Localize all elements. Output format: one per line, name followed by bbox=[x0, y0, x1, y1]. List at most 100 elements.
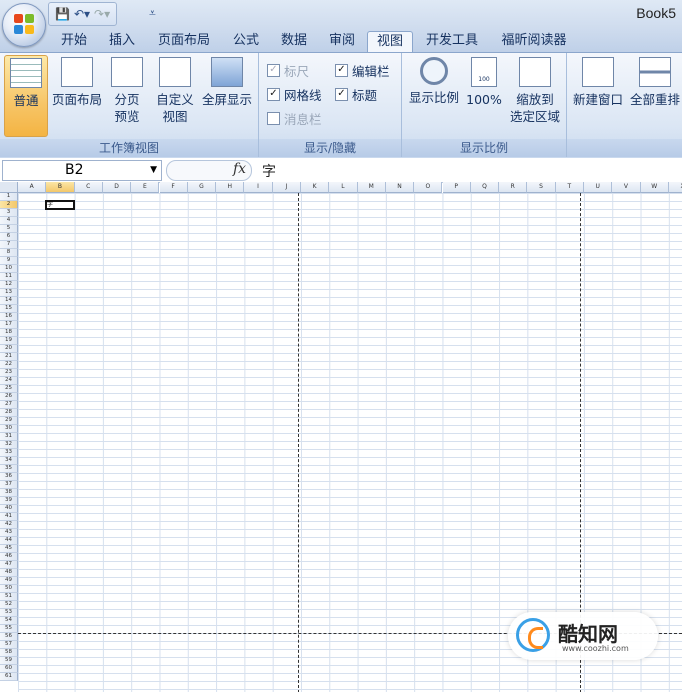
dropdown-arrow-icon[interactable]: ▼ bbox=[150, 161, 157, 180]
active-cell-b2[interactable]: 字 bbox=[45, 200, 75, 210]
tab-developer[interactable]: 开发工具 bbox=[416, 31, 488, 52]
row-header[interactable]: 3 bbox=[0, 209, 18, 217]
row-header[interactable]: 38 bbox=[0, 489, 18, 497]
zoom-to-selection-button[interactable]: 缩放到 选定区域 bbox=[506, 55, 564, 125]
tab-home[interactable]: 开始 bbox=[52, 31, 96, 52]
column-header[interactable]: U bbox=[584, 182, 613, 193]
row-header[interactable]: 21 bbox=[0, 353, 18, 361]
column-header[interactable]: B bbox=[46, 182, 75, 193]
tab-foxit-reader[interactable]: 福昕阅读器 bbox=[492, 31, 576, 52]
column-header[interactable]: W bbox=[640, 182, 669, 193]
column-header[interactable]: H bbox=[216, 182, 245, 193]
row-header[interactable]: 1 bbox=[0, 193, 18, 201]
normal-view-button[interactable]: 普通 bbox=[4, 55, 48, 137]
row-header[interactable]: 55 bbox=[0, 625, 18, 633]
row-header[interactable]: 30 bbox=[0, 425, 18, 433]
row-header[interactable]: 54 bbox=[0, 617, 18, 625]
column-header[interactable]: F bbox=[159, 182, 188, 193]
row-header[interactable]: 41 bbox=[0, 513, 18, 521]
column-header[interactable]: C bbox=[74, 182, 103, 193]
column-header[interactable]: L bbox=[329, 182, 358, 193]
row-header[interactable]: 26 bbox=[0, 393, 18, 401]
row-header[interactable]: 59 bbox=[0, 657, 18, 665]
select-all-corner[interactable] bbox=[0, 182, 18, 193]
column-header[interactable]: Q bbox=[470, 182, 500, 193]
row-header[interactable]: 33 bbox=[0, 449, 18, 457]
column-header[interactable]: O bbox=[414, 182, 443, 193]
column-header[interactable]: M bbox=[357, 182, 386, 193]
customize-qat-icon[interactable]: ⩡ bbox=[149, 6, 156, 21]
row-header[interactable]: 57 bbox=[0, 641, 18, 649]
row-header[interactable]: 10 bbox=[0, 265, 18, 273]
row-header[interactable]: 60 bbox=[0, 665, 18, 673]
row-header[interactable]: 9 bbox=[0, 257, 18, 265]
row-header[interactable]: 36 bbox=[0, 473, 18, 481]
row-header[interactable]: 28 bbox=[0, 409, 18, 417]
tab-formulas[interactable]: 公式 bbox=[224, 31, 268, 52]
page-break-preview-button[interactable]: 分页 预览 bbox=[108, 55, 146, 125]
column-header[interactable]: K bbox=[301, 182, 330, 193]
row-header[interactable]: 46 bbox=[0, 553, 18, 561]
row-header[interactable]: 23 bbox=[0, 369, 18, 377]
column-header[interactable]: T bbox=[555, 182, 584, 193]
row-header[interactable]: 45 bbox=[0, 545, 18, 553]
gridlines-checkbox[interactable]: ✓ 网格线 bbox=[267, 85, 322, 104]
row-header[interactable]: 22 bbox=[0, 361, 18, 369]
custom-views-button[interactable]: 自定义 视图 bbox=[152, 55, 198, 125]
row-header[interactable]: 27 bbox=[0, 401, 18, 409]
zoom-100-button[interactable]: 100 100% bbox=[464, 55, 504, 108]
fullscreen-button[interactable]: 全屏显示 bbox=[198, 55, 256, 108]
row-header[interactable]: 25 bbox=[0, 385, 18, 393]
row-header[interactable]: 17 bbox=[0, 321, 18, 329]
row-header[interactable]: 35 bbox=[0, 465, 18, 473]
row-header[interactable]: 8 bbox=[0, 249, 18, 257]
column-header[interactable]: I bbox=[244, 182, 273, 193]
row-header[interactable]: 13 bbox=[0, 289, 18, 297]
office-button[interactable] bbox=[2, 3, 46, 47]
headings-checkbox[interactable]: ✓ 标题 bbox=[335, 85, 377, 104]
row-header[interactable]: 32 bbox=[0, 441, 18, 449]
row-header[interactable]: 2 bbox=[0, 201, 18, 209]
row-header[interactable]: 29 bbox=[0, 417, 18, 425]
row-header[interactable]: 11 bbox=[0, 273, 18, 281]
row-header[interactable]: 20 bbox=[0, 345, 18, 353]
row-header[interactable]: 5 bbox=[0, 225, 18, 233]
save-icon[interactable]: 💾 bbox=[55, 7, 70, 21]
row-header[interactable]: 34 bbox=[0, 457, 18, 465]
formula-bar-checkbox[interactable]: ✓ 编辑栏 bbox=[335, 61, 390, 80]
row-header[interactable]: 52 bbox=[0, 601, 18, 609]
row-header[interactable]: 6 bbox=[0, 233, 18, 241]
tab-review[interactable]: 审阅 bbox=[320, 31, 364, 52]
row-header[interactable]: 51 bbox=[0, 593, 18, 601]
column-header[interactable]: P bbox=[442, 182, 471, 193]
row-header[interactable]: 53 bbox=[0, 609, 18, 617]
column-header[interactable]: E bbox=[131, 182, 160, 193]
ruler-checkbox[interactable]: ✓ 标尺 bbox=[267, 61, 309, 80]
row-header[interactable]: 31 bbox=[0, 433, 18, 441]
column-header[interactable]: N bbox=[385, 182, 415, 193]
arrange-all-button[interactable]: 全部重排 bbox=[627, 55, 682, 108]
tab-insert[interactable]: 插入 bbox=[100, 31, 144, 52]
page-layout-view-button[interactable]: 页面布局 bbox=[48, 55, 106, 108]
column-header[interactable]: X bbox=[668, 182, 682, 193]
row-header[interactable]: 49 bbox=[0, 577, 18, 585]
row-header[interactable]: 42 bbox=[0, 521, 18, 529]
row-header[interactable]: 48 bbox=[0, 569, 18, 577]
tab-page-layout[interactable]: 页面布局 bbox=[148, 31, 220, 52]
row-header[interactable]: 37 bbox=[0, 481, 18, 489]
row-header[interactable]: 39 bbox=[0, 497, 18, 505]
row-header[interactable]: 15 bbox=[0, 305, 18, 313]
insert-function-icon[interactable]: fx bbox=[233, 161, 246, 177]
row-header[interactable]: 47 bbox=[0, 561, 18, 569]
row-header[interactable]: 40 bbox=[0, 505, 18, 513]
column-header[interactable]: J bbox=[272, 182, 301, 193]
name-box[interactable]: B2 ▼ bbox=[2, 160, 162, 181]
row-header[interactable]: 4 bbox=[0, 217, 18, 225]
column-header[interactable]: A bbox=[18, 182, 47, 193]
row-header[interactable]: 16 bbox=[0, 313, 18, 321]
column-header[interactable]: R bbox=[499, 182, 528, 193]
zoom-button[interactable]: 显示比例 bbox=[404, 55, 464, 106]
row-header[interactable]: 14 bbox=[0, 297, 18, 305]
row-header[interactable]: 18 bbox=[0, 329, 18, 337]
row-header[interactable]: 24 bbox=[0, 377, 18, 385]
